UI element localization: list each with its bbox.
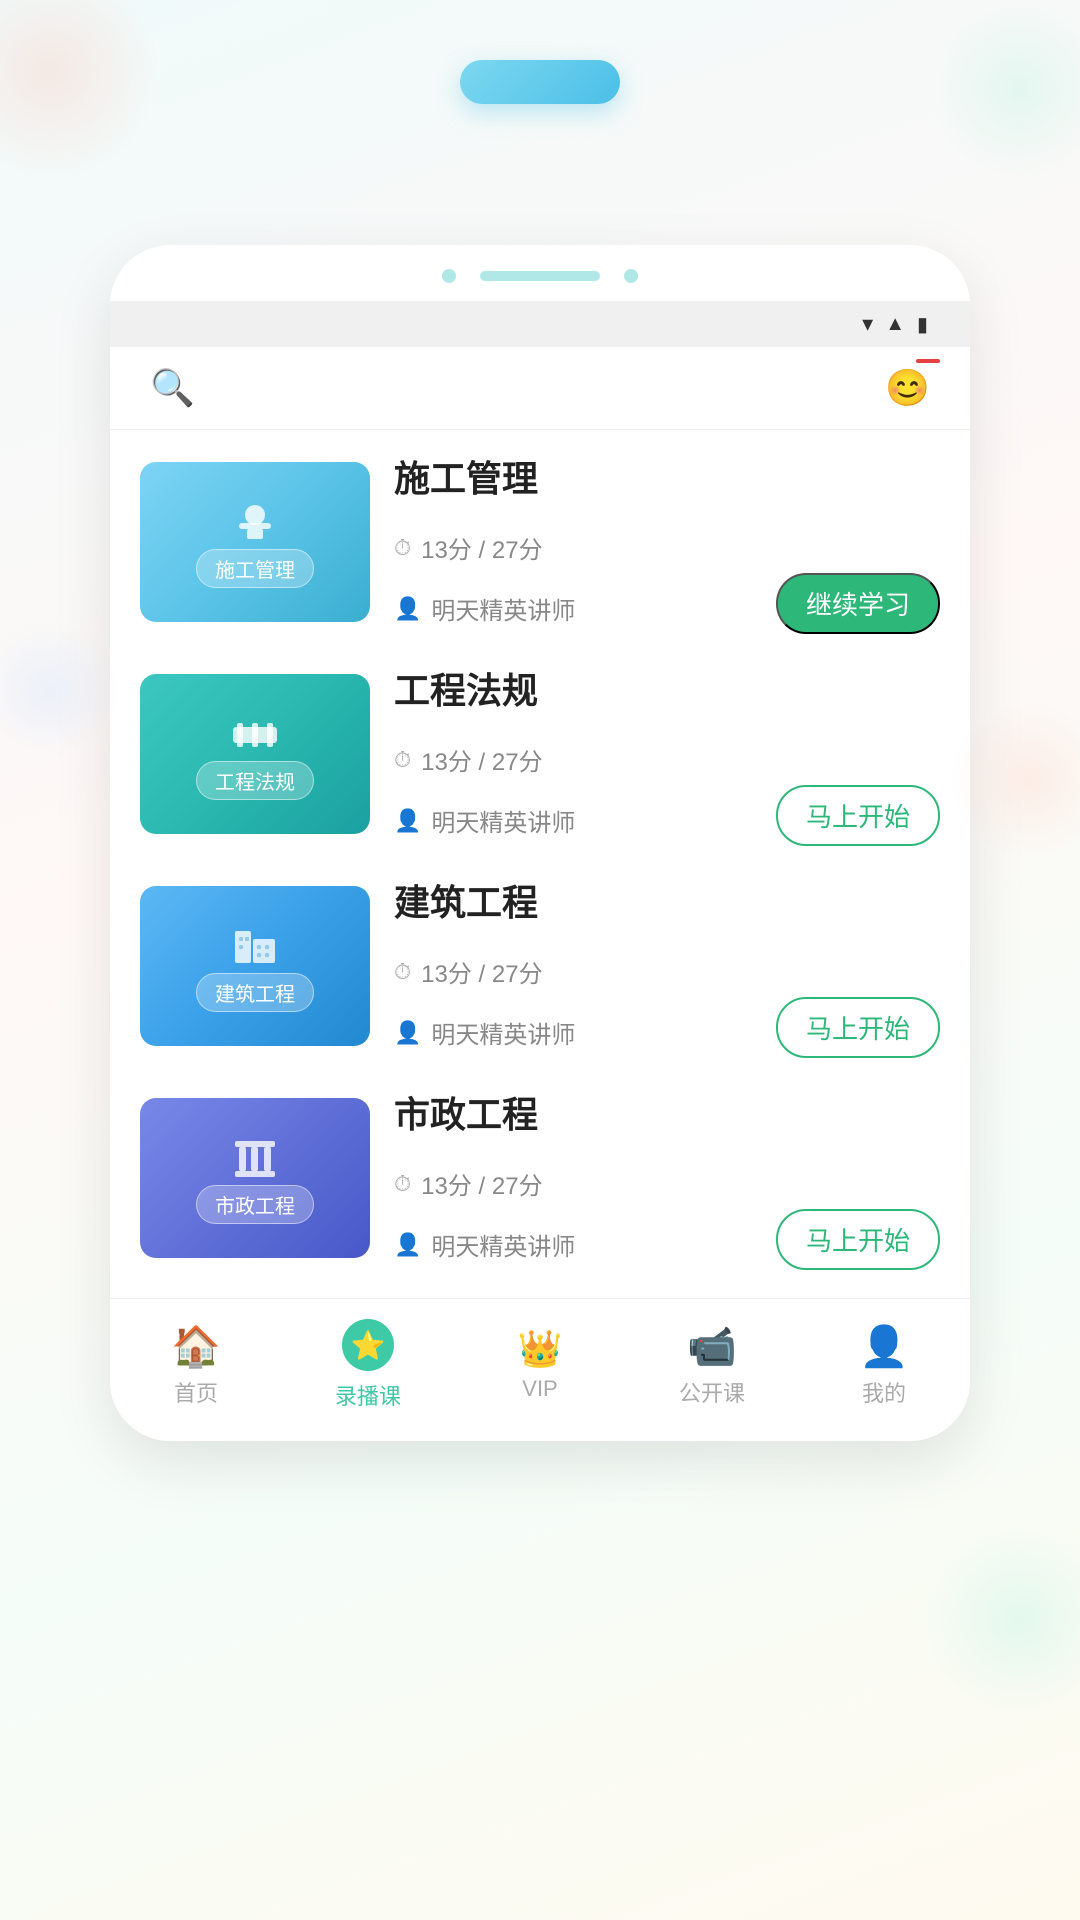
course-thumbnail: 建筑工程 bbox=[140, 886, 370, 1046]
bottom-navigation: 🏠 首页 ⭐ 录播课 👑 VIP 📹 公开课 👤 我的 bbox=[110, 1298, 970, 1441]
app-content: 🔍 😊 施工管理 施工管理 ⏱ 13分 / 27分 👤 bbox=[110, 347, 970, 1270]
bottom-nav-item-录播课[interactable]: ⭐ 录播课 bbox=[282, 1319, 454, 1411]
course-thumbnail: 工程法规 bbox=[140, 674, 370, 834]
bottom-nav-item-我的[interactable]: 👤 我的 bbox=[798, 1323, 970, 1408]
course-duration: 13分 / 27分 bbox=[421, 530, 542, 565]
teacher-icon: 👤 bbox=[394, 1232, 421, 1258]
course-teacher: 明天精英讲师 bbox=[431, 1227, 575, 1262]
nav-label: 录播课 bbox=[335, 1379, 401, 1411]
nav-label: VIP bbox=[522, 1376, 557, 1402]
nav-label: 我的 bbox=[862, 1376, 906, 1408]
app-navbar: 🔍 😊 bbox=[110, 347, 970, 430]
course-item[interactable]: 建筑工程 建筑工程 ⏱ 13分 / 27分 👤 明天精英讲师 马上开始 bbox=[140, 874, 940, 1058]
course-item[interactable]: 施工管理 施工管理 ⏱ 13分 / 27分 👤 明天精英讲师 继续学习 bbox=[140, 450, 940, 634]
phone-top-bar bbox=[110, 245, 970, 301]
course-teacher: 明天精英讲师 bbox=[431, 591, 575, 626]
status-bar: ▾ ▲ ▮ bbox=[110, 301, 970, 347]
teacher-icon: 👤 bbox=[394, 596, 421, 622]
nav-label: 首页 bbox=[174, 1376, 218, 1408]
clock-icon: ⏱ bbox=[394, 959, 411, 985]
course-teacher: 明天精英讲师 bbox=[431, 803, 575, 838]
course-duration-meta: ⏱ 13分 / 27分 bbox=[394, 530, 940, 565]
course-title: 工程法规 bbox=[394, 662, 940, 714]
course-teacher-meta: 👤 明天精英讲师 bbox=[394, 1015, 575, 1050]
course-duration-meta: ⏱ 13分 / 27分 bbox=[394, 742, 940, 777]
indicator-dash bbox=[480, 271, 600, 281]
battery-icon: ▮ bbox=[917, 312, 928, 337]
course-title: 建筑工程 bbox=[394, 874, 940, 926]
start-button[interactable]: 马上开始 bbox=[776, 997, 940, 1058]
course-duration: 13分 / 27分 bbox=[421, 742, 542, 777]
teacher-icon: 👤 bbox=[394, 1020, 421, 1046]
course-title: 施工管理 bbox=[394, 450, 940, 502]
course-info: 市政工程 ⏱ 13分 / 27分 👤 明天精英讲师 马上开始 bbox=[394, 1086, 940, 1270]
course-item[interactable]: 工程法规 工程法规 ⏱ 13分 / 27分 👤 明天精英讲师 马上开始 bbox=[140, 662, 940, 846]
start-button[interactable]: 马上开始 bbox=[776, 785, 940, 846]
phone-mockup-wrapper: ▾ ▲ ▮ 🔍 😊 施工管理 施工管理 bbox=[0, 245, 1080, 1441]
course-action-row: 👤 明天精英讲师 继续学习 bbox=[394, 573, 940, 634]
message-icon[interactable]: 😊 bbox=[885, 367, 930, 409]
continue-button[interactable]: 继续学习 bbox=[776, 573, 940, 634]
course-teacher-meta: 👤 明天精英讲师 bbox=[394, 591, 575, 626]
hero-section bbox=[0, 0, 1080, 205]
course-action-row: 👤 明天精英讲师 马上开始 bbox=[394, 785, 940, 846]
course-teacher: 明天精英讲师 bbox=[431, 1015, 575, 1050]
course-thumbnail: 施工管理 bbox=[140, 462, 370, 622]
indicator-dot-left bbox=[442, 269, 456, 283]
thumb-label: 工程法规 bbox=[196, 761, 314, 800]
teacher-icon: 👤 bbox=[394, 808, 421, 834]
course-action-row: 👤 明天精英讲师 马上开始 bbox=[394, 1209, 940, 1270]
notification-badge bbox=[916, 359, 940, 363]
clock-icon: ⏱ bbox=[394, 747, 411, 773]
course-duration-meta: ⏱ 13分 / 27分 bbox=[394, 1166, 940, 1201]
bottom-nav-item-首页[interactable]: 🏠 首页 bbox=[110, 1323, 282, 1408]
course-info: 建筑工程 ⏱ 13分 / 27分 👤 明天精英讲师 马上开始 bbox=[394, 874, 940, 1058]
course-duration: 13分 / 27分 bbox=[421, 954, 542, 989]
nav-active-icon: ⭐ bbox=[342, 1319, 394, 1371]
thumb-label: 市政工程 bbox=[196, 1185, 314, 1224]
nav-icon: 🏠 bbox=[171, 1323, 221, 1370]
bottom-nav-item-公开课[interactable]: 📹 公开课 bbox=[626, 1323, 798, 1408]
record-button[interactable] bbox=[460, 60, 620, 104]
course-thumbnail: 市政工程 bbox=[140, 1098, 370, 1258]
nav-icon: 👤 bbox=[859, 1323, 909, 1370]
wifi-icon: ▾ bbox=[862, 311, 873, 337]
course-title: 市政工程 bbox=[394, 1086, 940, 1138]
course-info: 工程法规 ⏱ 13分 / 27分 👤 明天精英讲师 马上开始 bbox=[394, 662, 940, 846]
course-info: 施工管理 ⏱ 13分 / 27分 👤 明天精英讲师 继续学习 bbox=[394, 450, 940, 634]
course-list: 施工管理 施工管理 ⏱ 13分 / 27分 👤 明天精英讲师 继续学习 工程法规… bbox=[110, 430, 970, 1270]
course-action-row: 👤 明天精英讲师 马上开始 bbox=[394, 997, 940, 1058]
course-duration-meta: ⏱ 13分 / 27分 bbox=[394, 954, 940, 989]
bottom-nav-item-VIP[interactable]: 👑 VIP bbox=[454, 1328, 626, 1402]
phone-mockup: ▾ ▲ ▮ 🔍 😊 施工管理 施工管理 bbox=[110, 245, 970, 1441]
course-teacher-meta: 👤 明天精英讲师 bbox=[394, 1227, 575, 1262]
decorative-blob-br bbox=[920, 1520, 1080, 1720]
course-duration: 13分 / 27分 bbox=[421, 1166, 542, 1201]
course-item[interactable]: 市政工程 市政工程 ⏱ 13分 / 27分 👤 明天精英讲师 马上开始 bbox=[140, 1086, 940, 1270]
nav-icon: 📹 bbox=[687, 1323, 737, 1370]
start-button[interactable]: 马上开始 bbox=[776, 1209, 940, 1270]
nav-vip-icon: 👑 bbox=[518, 1328, 563, 1370]
course-teacher-meta: 👤 明天精英讲师 bbox=[394, 803, 575, 838]
thumb-label: 施工管理 bbox=[196, 549, 314, 588]
search-icon[interactable]: 🔍 bbox=[150, 367, 195, 409]
thumb-label: 建筑工程 bbox=[196, 973, 314, 1012]
clock-icon: ⏱ bbox=[394, 1171, 411, 1197]
signal-icon: ▲ bbox=[885, 313, 905, 336]
nav-label: 公开课 bbox=[679, 1376, 745, 1408]
clock-icon: ⏱ bbox=[394, 535, 411, 561]
indicator-dot-right bbox=[624, 269, 638, 283]
